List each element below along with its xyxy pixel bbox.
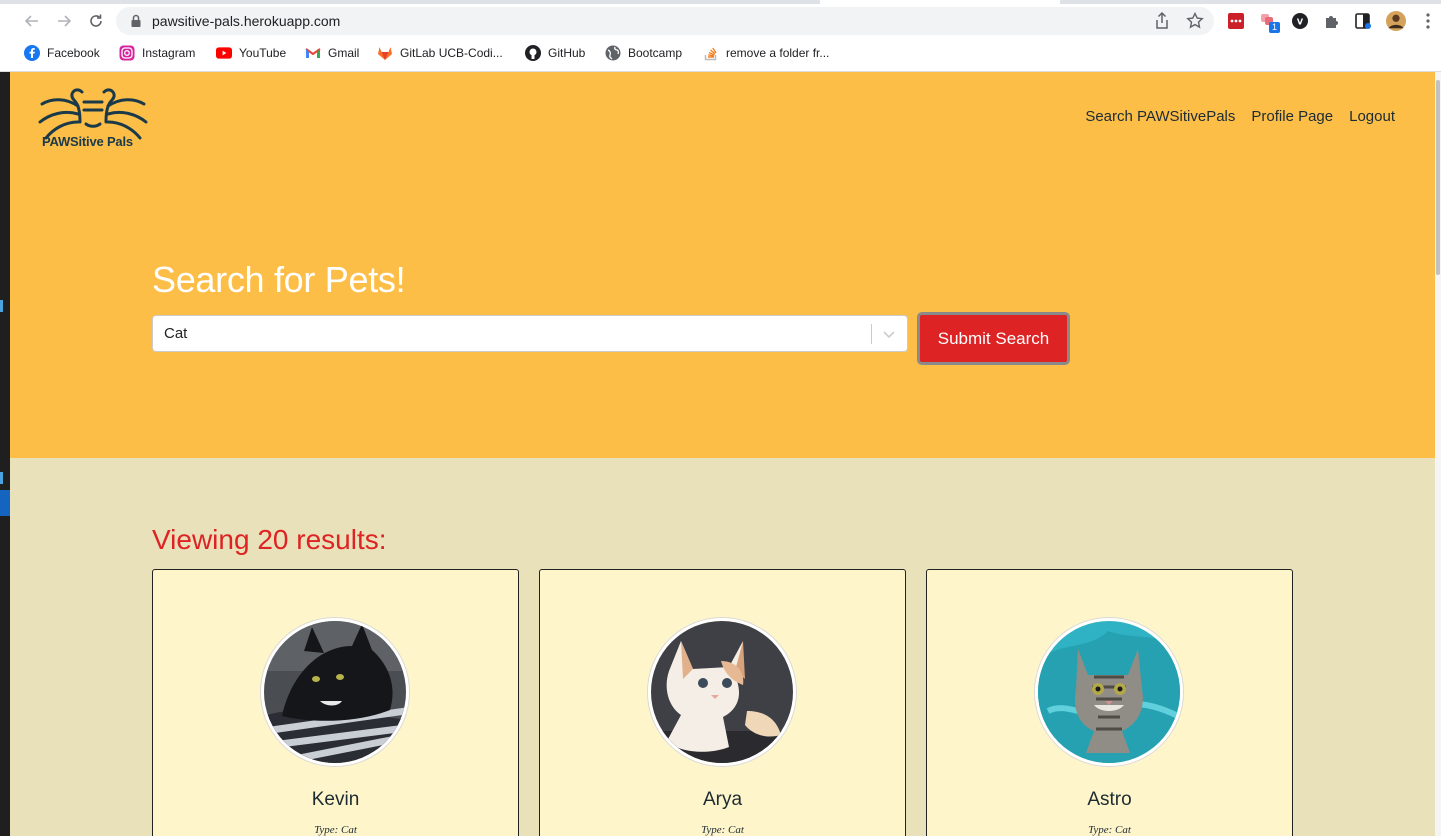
- pet-name: Astro: [1087, 789, 1132, 810]
- profile-avatar-icon[interactable]: [1386, 11, 1406, 31]
- globe-icon: [605, 45, 621, 61]
- share-icon[interactable]: [1154, 12, 1170, 30]
- pet-name: Kevin: [311, 789, 360, 810]
- bookmark-label: GitHub: [548, 46, 586, 60]
- browser-toolbar: pawsitive-pals.herokuapp.com 1 V: [0, 4, 1441, 38]
- bookmark-bootcamp[interactable]: Bootcamp: [605, 43, 682, 63]
- instagram-icon: [119, 45, 135, 61]
- bookmark-label: Instagram: [142, 46, 196, 60]
- reload-button[interactable]: [82, 8, 110, 34]
- pet-type-select[interactable]: Cat: [152, 315, 908, 352]
- bookmark-github[interactable]: GitHub: [525, 43, 585, 63]
- bookmarks-bar: Facebook Instagram YouTube Gmail GitLab …: [0, 40, 1441, 66]
- pet-type-selected-value: Cat: [164, 325, 188, 342]
- extension-badge-icon[interactable]: 1: [1259, 11, 1280, 33]
- scrollbar-thumb[interactable]: [1436, 80, 1440, 275]
- chevron-down-icon[interactable]: [881, 326, 897, 342]
- bookmark-label: Facebook: [47, 46, 100, 60]
- bookmark-label: Bootcamp: [628, 46, 683, 60]
- youtube-icon: [216, 45, 232, 61]
- address-bar[interactable]: pawsitive-pals.herokuapp.com: [116, 7, 1214, 35]
- bookmark-label: Gmail: [328, 46, 360, 60]
- gitlab-icon: [377, 45, 393, 61]
- vpn-extension-icon[interactable]: V: [1290, 11, 1310, 31]
- extension-badge-count: 1: [1269, 22, 1280, 33]
- nav-profile-link[interactable]: Profile Page: [1251, 108, 1333, 125]
- results-grid: Kevin Type: Cat Arya Type: Cat Astro Typ…: [152, 569, 1293, 836]
- page-scrollbar[interactable]: [1435, 72, 1441, 836]
- pet-type: Type: Cat: [314, 824, 357, 836]
- bookmark-gitlab[interactable]: GitLab UCB-Codi...: [377, 43, 503, 63]
- submit-search-button[interactable]: Submit Search: [917, 312, 1070, 365]
- bookmark-label: remove a folder fr...: [726, 46, 830, 60]
- calico-kitten-photo: [651, 621, 793, 763]
- stackoverflow-icon: [703, 45, 719, 61]
- reload-icon: [90, 14, 102, 27]
- browser-chrome: pawsitive-pals.herokuapp.com 1 V Faceboo…: [0, 0, 1441, 72]
- results-count-heading: Viewing 20 results:: [152, 524, 387, 555]
- lock-icon: [131, 14, 141, 27]
- main-nav: Search PAWSitivePals Profile Page Logout: [1085, 108, 1395, 125]
- black-cat-photo: [264, 621, 406, 763]
- arrow-right-icon: [58, 15, 72, 27]
- bookmark-stackoverflow[interactable]: remove a folder fr...: [703, 43, 829, 63]
- back-button[interactable]: [18, 8, 46, 34]
- page-viewport: PAWSitive Pals Search PAWSitivePals Prof…: [10, 72, 1435, 836]
- pet-card[interactable]: Astro Type: Cat: [926, 569, 1293, 836]
- bookmark-label: YouTube: [239, 46, 287, 60]
- search-heading: Search for Pets!: [152, 259, 406, 300]
- select-separator: [871, 324, 872, 344]
- site-logo-text: PAWSitive Pals: [42, 134, 133, 149]
- hero-section: PAWSitive Pals Search PAWSitivePals Prof…: [10, 72, 1435, 458]
- lastpass-extension-icon[interactable]: [1226, 11, 1246, 31]
- gmail-icon: [305, 45, 321, 61]
- bookmark-instagram[interactable]: Instagram: [119, 43, 195, 63]
- pet-photo: [261, 618, 409, 766]
- bookmark-label: GitLab UCB-Codi...: [400, 46, 503, 60]
- url-text: pawsitive-pals.herokuapp.com: [152, 13, 341, 29]
- bookmark-youtube[interactable]: YouTube: [216, 43, 286, 63]
- pet-card[interactable]: Kevin Type: Cat: [152, 569, 519, 836]
- pet-type: Type: Cat: [701, 824, 744, 836]
- pet-photo: [648, 618, 796, 766]
- reading-list-icon[interactable]: [1353, 11, 1373, 31]
- pet-card[interactable]: Arya Type: Cat: [539, 569, 906, 836]
- bookmark-gmail[interactable]: Gmail: [305, 43, 359, 63]
- pet-name: Arya: [702, 789, 743, 810]
- puzzle-extensions-icon[interactable]: [1322, 11, 1342, 31]
- pet-photo: [1035, 618, 1183, 766]
- browser-menu-icon[interactable]: [1418, 11, 1438, 31]
- bookmark-star-icon[interactable]: [1186, 12, 1204, 30]
- forward-button[interactable]: [50, 8, 78, 34]
- arrow-left-icon: [24, 15, 38, 27]
- tabby-kitten-photo: [1038, 621, 1180, 763]
- bookmark-facebook[interactable]: Facebook: [24, 43, 100, 63]
- pet-type: Type: Cat: [1088, 824, 1131, 836]
- nav-search-link[interactable]: Search PAWSitivePals: [1085, 108, 1235, 125]
- svg-text:V: V: [1297, 18, 1304, 27]
- nav-logout-link[interactable]: Logout: [1349, 108, 1395, 125]
- left-window-edge: [0, 72, 10, 836]
- facebook-icon: [24, 45, 40, 61]
- github-icon: [525, 45, 541, 61]
